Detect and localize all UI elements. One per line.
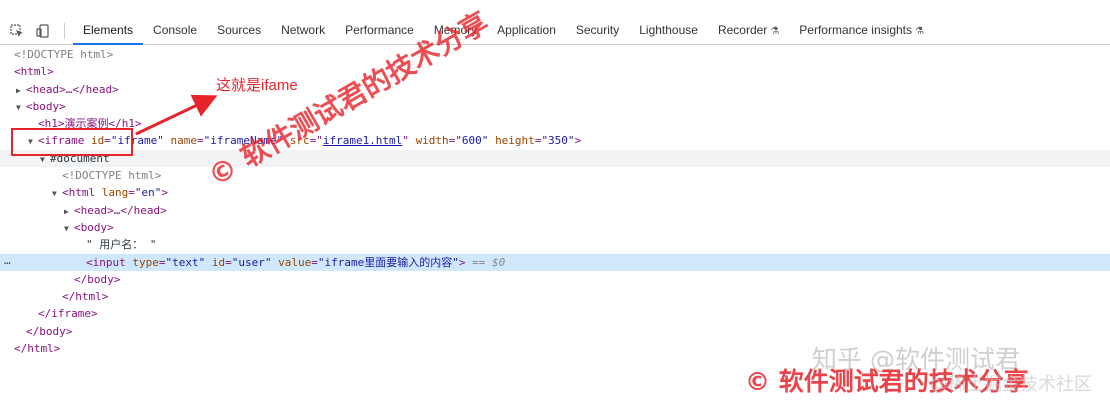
annotation-label: 这就是ifame (216, 77, 298, 94)
watermark-juejin: @稀土掘金技术社区 (930, 374, 1092, 395)
